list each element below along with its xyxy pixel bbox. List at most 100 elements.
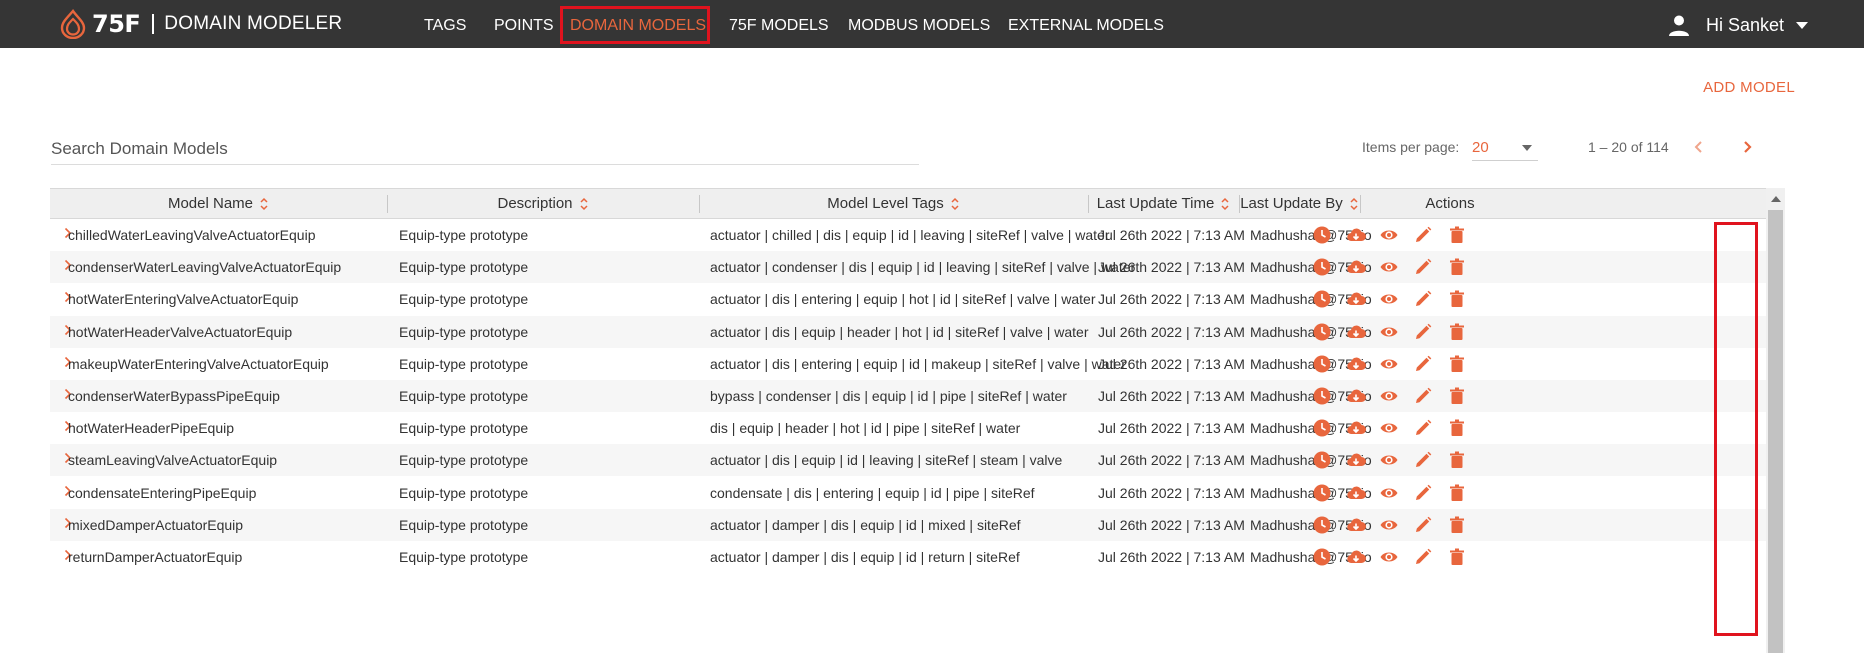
cell-model-name[interactable]: hotWaterEnteringValveActuatorEquip	[68, 291, 298, 307]
cloud-download-icon[interactable]	[1346, 386, 1366, 406]
delete-icon[interactable]	[1447, 515, 1467, 535]
vertical-scrollbar[interactable]	[1766, 188, 1785, 653]
items-per-page-select[interactable]: 20	[1472, 134, 1538, 161]
edit-icon[interactable]	[1413, 386, 1433, 406]
search-input[interactable]	[51, 134, 919, 165]
cell-model-name[interactable]: condensateEnteringPipeEquip	[68, 485, 256, 501]
cell-model-name[interactable]: mixedDamperActuatorEquip	[68, 517, 243, 533]
nav-external-models[interactable]: EXTERNAL MODELS	[1008, 17, 1164, 35]
delete-icon[interactable]	[1447, 483, 1467, 503]
view-icon[interactable]	[1379, 547, 1399, 567]
delete-icon[interactable]	[1447, 354, 1467, 374]
delete-icon[interactable]	[1447, 418, 1467, 438]
column-last-update-by[interactable]: Last Update By	[1239, 189, 1360, 218]
column-last-update-time[interactable]: Last Update Time	[1088, 189, 1239, 218]
app-logo[interactable]: 75F DOMAIN MODELER	[58, 8, 342, 40]
edit-icon[interactable]	[1413, 515, 1433, 535]
add-model-button[interactable]: ADD MODEL	[1703, 79, 1795, 96]
nav-75f-models[interactable]: 75F MODELS	[729, 17, 829, 35]
history-icon[interactable]	[1312, 450, 1332, 470]
table-row[interactable]: condenserWaterLeavingValveActuatorEquip E…	[50, 251, 1766, 284]
nav-points[interactable]: POINTS	[494, 17, 554, 35]
cloud-download-icon[interactable]	[1346, 418, 1366, 438]
history-icon[interactable]	[1312, 483, 1332, 503]
edit-icon[interactable]	[1413, 322, 1433, 342]
history-icon[interactable]	[1312, 225, 1332, 245]
sort-icon	[1350, 197, 1358, 210]
history-icon[interactable]	[1312, 289, 1332, 309]
table-row[interactable]: condensateEnteringPipeEquip Equip-type pr…	[50, 476, 1766, 509]
delete-icon[interactable]	[1447, 547, 1467, 567]
history-icon[interactable]	[1312, 515, 1332, 535]
view-icon[interactable]	[1379, 257, 1399, 277]
table-row[interactable]: makeupWaterEnteringValveActuatorEquip Equ…	[50, 347, 1766, 380]
edit-icon[interactable]	[1413, 257, 1433, 277]
table-row[interactable]: hotWaterHeaderValveActuatorEquip Equip-ty…	[50, 315, 1766, 348]
table-row[interactable]: steamLeavingValveActuatorEquip Equip-type…	[50, 444, 1766, 477]
column-model-name[interactable]: Model Name	[50, 189, 387, 218]
view-icon[interactable]	[1379, 418, 1399, 438]
view-icon[interactable]	[1379, 386, 1399, 406]
scroll-up-icon[interactable]	[1771, 196, 1781, 202]
delete-icon[interactable]	[1447, 386, 1467, 406]
cloud-download-icon[interactable]	[1346, 225, 1366, 245]
delete-icon[interactable]	[1447, 225, 1467, 245]
cloud-download-icon[interactable]	[1346, 547, 1366, 567]
cloud-download-icon[interactable]	[1346, 322, 1366, 342]
cell-model-name[interactable]: condenserWaterBypassPipeEquip	[68, 388, 280, 404]
table-row[interactable]: mixedDamperActuatorEquip Equip-type proto…	[50, 508, 1766, 541]
cloud-download-icon[interactable]	[1346, 289, 1366, 309]
edit-icon[interactable]	[1413, 225, 1433, 245]
edit-icon[interactable]	[1413, 483, 1433, 503]
view-icon[interactable]	[1379, 450, 1399, 470]
delete-icon[interactable]	[1447, 289, 1467, 309]
next-page-button[interactable]	[1736, 136, 1758, 158]
history-icon[interactable]	[1312, 322, 1332, 342]
cloud-download-icon[interactable]	[1346, 515, 1366, 535]
nav-tags[interactable]: TAGS	[424, 17, 466, 35]
table-row[interactable]: returnDamperActuatorEquip Equip-type prot…	[50, 541, 1766, 573]
edit-icon[interactable]	[1413, 354, 1433, 374]
table-row[interactable]: chilledWaterLeavingValveActuatorEquip Equ…	[50, 219, 1766, 251]
view-icon[interactable]	[1379, 515, 1399, 535]
edit-icon[interactable]	[1413, 418, 1433, 438]
cloud-download-icon[interactable]	[1346, 450, 1366, 470]
delete-icon[interactable]	[1447, 322, 1467, 342]
cell-model-level-tags: bypass | condenser | dis | equip | id | …	[710, 388, 1067, 404]
edit-icon[interactable]	[1413, 289, 1433, 309]
view-icon[interactable]	[1379, 322, 1399, 342]
delete-icon[interactable]	[1447, 450, 1467, 470]
cell-model-name[interactable]: returnDamperActuatorEquip	[68, 549, 242, 565]
table-row[interactable]: hotWaterHeaderPipeEquip Equip-type protot…	[50, 412, 1766, 445]
history-icon[interactable]	[1312, 257, 1332, 277]
cell-last-update-time: Jul 26th 2022 | 7:13 AM	[1098, 516, 1245, 533]
history-icon[interactable]	[1312, 547, 1332, 567]
history-icon[interactable]	[1312, 418, 1332, 438]
delete-icon[interactable]	[1447, 257, 1467, 277]
cell-model-name[interactable]: condenserWaterLeavingValveActuatorEquip	[68, 259, 341, 275]
column-model-level-tags[interactable]: Model Level Tags	[699, 189, 1088, 218]
cell-model-name[interactable]: chilledWaterLeavingValveActuatorEquip	[68, 227, 315, 243]
cell-model-name[interactable]: steamLeavingValveActuatorEquip	[68, 452, 277, 468]
view-icon[interactable]	[1379, 483, 1399, 503]
view-icon[interactable]	[1379, 225, 1399, 245]
view-icon[interactable]	[1379, 354, 1399, 374]
cloud-download-icon[interactable]	[1346, 257, 1366, 277]
cell-model-name[interactable]: makeupWaterEnteringValveActuatorEquip	[68, 356, 329, 372]
table-row[interactable]: hotWaterEnteringValveActuatorEquip Equip-…	[50, 283, 1766, 316]
table-row[interactable]: condenserWaterBypassPipeEquip Equip-type …	[50, 380, 1766, 412]
nav-modbus-models[interactable]: MODBUS MODELS	[848, 17, 990, 35]
cell-model-name[interactable]: hotWaterHeaderPipeEquip	[68, 420, 234, 436]
history-icon[interactable]	[1312, 386, 1332, 406]
history-icon[interactable]	[1312, 354, 1332, 374]
edit-icon[interactable]	[1413, 547, 1433, 567]
cloud-download-icon[interactable]	[1346, 354, 1366, 374]
column-description[interactable]: Description	[387, 189, 699, 218]
cloud-download-icon[interactable]	[1346, 483, 1366, 503]
edit-icon[interactable]	[1413, 450, 1433, 470]
view-icon[interactable]	[1379, 289, 1399, 309]
user-menu[interactable]: Hi Sanket	[1668, 10, 1808, 40]
previous-page-button[interactable]	[1688, 136, 1710, 158]
cell-model-name[interactable]: hotWaterHeaderValveActuatorEquip	[68, 324, 292, 340]
scrollbar-thumb[interactable]	[1768, 210, 1783, 653]
